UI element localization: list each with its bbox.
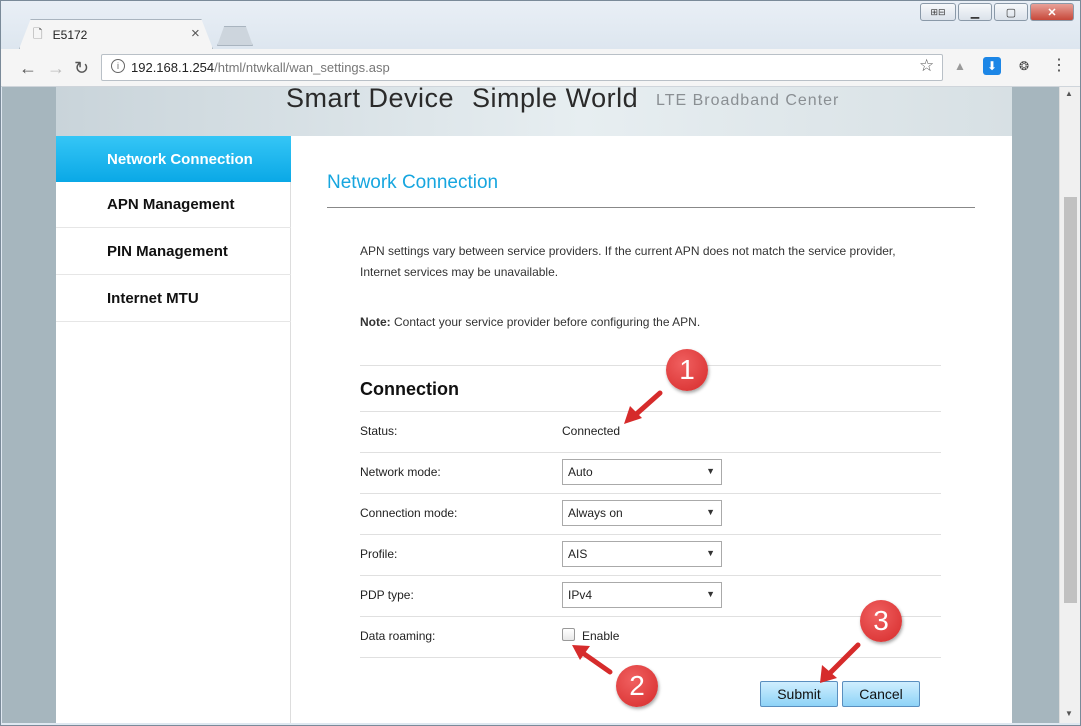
- network-mode-value: Auto: [568, 465, 593, 479]
- sidebar-item-internet-mtu[interactable]: Internet MTU: [56, 276, 291, 322]
- status-label: Status:: [360, 424, 398, 438]
- pdp-type-value: IPv4: [568, 588, 593, 602]
- status-value: Connected: [562, 424, 621, 438]
- sidebar-item-label: Internet MTU: [107, 290, 199, 307]
- drive-extension-icon[interactable]: ▲: [951, 57, 969, 75]
- browser-tab-content: 🗋 E5172: [33, 25, 87, 45]
- sidebar-item-label: PIN Management: [107, 243, 228, 260]
- sidebar-item-apn-management[interactable]: APN Management: [56, 182, 291, 228]
- banner-slogan: Smart Device Simple World: [286, 87, 638, 114]
- menu-dots-icon[interactable]: ⋮: [1051, 57, 1067, 75]
- browser-window: 🗋 E5172 × ⊞⊟ ▁ ▢ ✕ ← → ↻ i 192.168.1.254…: [0, 0, 1081, 726]
- dropdown-arrow-icon: ▼: [706, 507, 715, 517]
- network-mode-label: Network mode:: [360, 465, 441, 479]
- data-roaming-checkbox[interactable]: [562, 628, 575, 641]
- network-mode-select[interactable]: Auto ▼: [562, 459, 722, 485]
- section-title: Connection: [360, 379, 459, 399]
- row-divider: [360, 616, 941, 617]
- sidebar-item-network-connection[interactable]: Network Connection: [56, 136, 291, 182]
- main-panel: Network Connection APN settings vary bet…: [291, 136, 1012, 723]
- annotation-badge-2: 2: [616, 665, 658, 707]
- note-label: Note:: [360, 315, 391, 329]
- row-divider: [360, 411, 941, 412]
- profile-select[interactable]: AIS ▼: [562, 541, 722, 567]
- url-text[interactable]: 192.168.1.254/html/ntwkall/wan_settings.…: [131, 60, 390, 75]
- connection-mode-select[interactable]: Always on ▼: [562, 500, 722, 526]
- reel-extension-icon[interactable]: ❂: [1015, 57, 1033, 75]
- app-badge-icon[interactable]: ⊞⊟: [920, 3, 956, 21]
- note-text: Note: Contact your service provider befo…: [360, 315, 700, 329]
- cancel-button[interactable]: Cancel: [842, 681, 920, 707]
- dropdown-arrow-icon: ▼: [706, 466, 715, 476]
- row-divider: [360, 575, 941, 576]
- page-icon: 🗋: [33, 26, 43, 41]
- sidebar: Network Connection APN Management PIN Ma…: [56, 136, 291, 723]
- reload-icon[interactable]: ↻: [74, 59, 89, 77]
- profile-label: Profile:: [360, 547, 398, 561]
- close-tab-icon[interactable]: ×: [191, 26, 200, 41]
- url-host: 192.168.1.254: [131, 60, 215, 75]
- title-divider: [327, 207, 975, 208]
- dropdown-arrow-icon: ▼: [706, 548, 715, 558]
- tab-title: E5172: [52, 28, 88, 42]
- row-divider: [360, 534, 941, 535]
- note-body: Contact your service provider before con…: [394, 315, 701, 329]
- sidebar-item-pin-management[interactable]: PIN Management: [56, 229, 291, 275]
- data-roaming-option-label[interactable]: Enable: [582, 629, 619, 643]
- connection-mode-value: Always on: [568, 506, 623, 520]
- annotation-badge-3: 3: [860, 600, 902, 642]
- annotation-badge-1: 1: [666, 349, 708, 391]
- intro-text: APN settings vary between service provid…: [360, 241, 940, 283]
- banner-text-b: Simple World: [472, 87, 639, 113]
- bookmark-star-icon[interactable]: ☆: [919, 56, 934, 76]
- header-banner: Smart Device Simple World LTE Broadband C…: [56, 87, 1012, 136]
- minimize-icon[interactable]: ▁: [958, 3, 992, 21]
- vertical-scrollbar[interactable]: ▲ ▼: [1059, 87, 1080, 723]
- connection-mode-label: Connection mode:: [360, 506, 458, 520]
- banner-text-a: Smart Device: [286, 87, 455, 113]
- close-window-icon[interactable]: ✕: [1030, 3, 1074, 21]
- row-divider: [360, 452, 941, 453]
- maximize-icon[interactable]: ▢: [994, 3, 1028, 21]
- banner-subtitle: LTE Broadband Center: [656, 92, 840, 109]
- dropdown-arrow-icon: ▼: [706, 589, 715, 599]
- intro-line-1: APN settings vary between service provid…: [360, 244, 896, 258]
- section-divider: [360, 365, 941, 366]
- sidebar-item-label: APN Management: [107, 196, 235, 213]
- info-icon[interactable]: i: [111, 59, 125, 73]
- submit-button[interactable]: Submit: [760, 681, 838, 707]
- sidebar-item-label: Network Connection: [107, 150, 253, 168]
- pdp-type-select[interactable]: IPv4 ▼: [562, 582, 722, 608]
- scroll-down-icon[interactable]: ▼: [1065, 709, 1073, 718]
- scrollbar-thumb[interactable]: [1064, 197, 1077, 603]
- window-controls: ⊞⊟ ▁ ▢ ✕: [920, 3, 1074, 21]
- scroll-up-icon[interactable]: ▲: [1065, 89, 1073, 98]
- download-extension-icon[interactable]: ⬇: [983, 57, 1001, 75]
- intro-line-2: Internet services may be unavailable.: [360, 265, 559, 279]
- data-roaming-label: Data roaming:: [360, 629, 436, 643]
- page-title: Network Connection: [327, 172, 499, 193]
- profile-value: AIS: [568, 547, 588, 561]
- back-icon[interactable]: ←: [19, 59, 37, 77]
- pdp-type-label: PDP type:: [360, 588, 414, 602]
- row-divider: [360, 657, 941, 658]
- row-divider: [360, 493, 941, 494]
- forward-icon[interactable]: →: [47, 59, 65, 77]
- url-path: /html/ntwkall/wan_settings.asp: [214, 60, 390, 75]
